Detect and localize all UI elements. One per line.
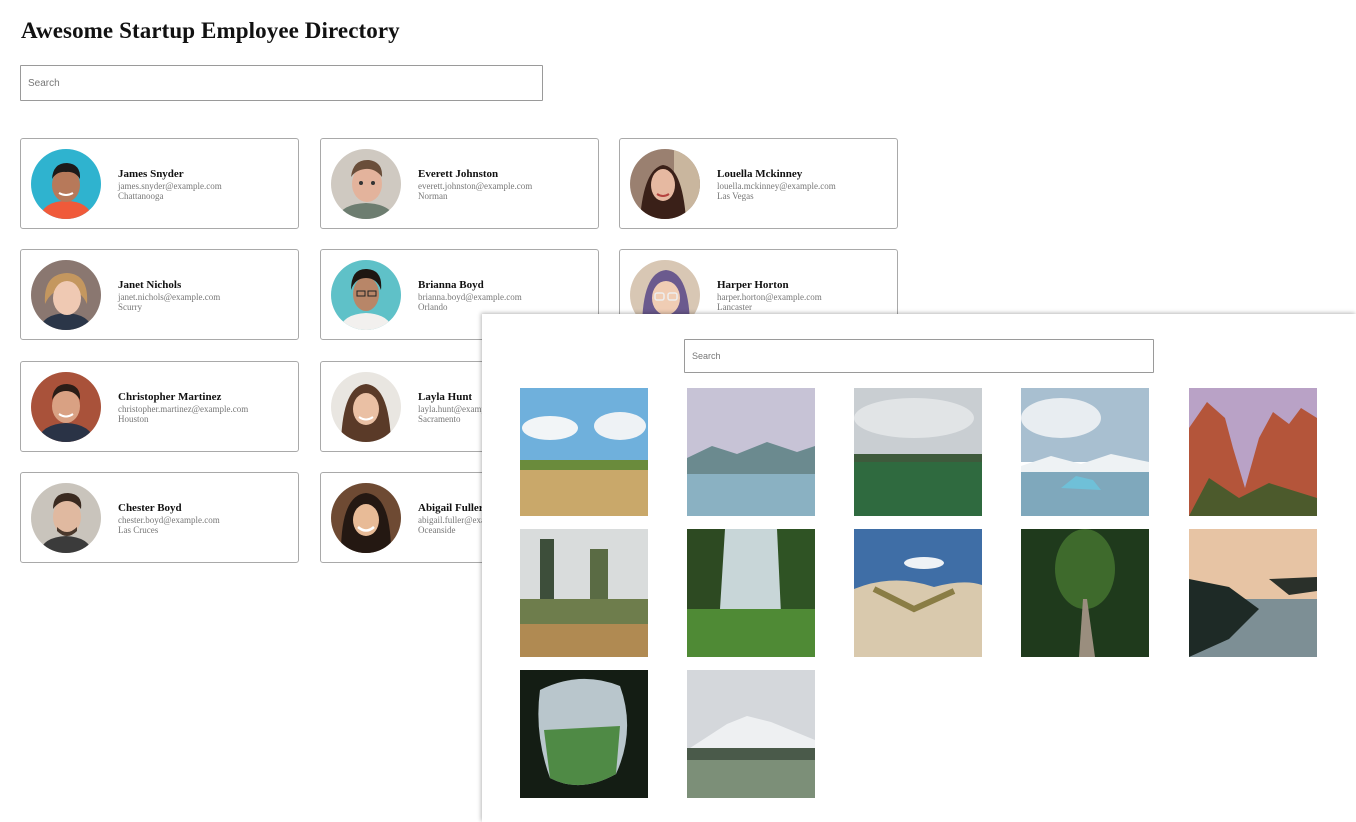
avatar — [31, 372, 101, 442]
employee-name: Brianna Boyd — [418, 279, 484, 291]
employee-name: Louella Mckinney — [717, 168, 803, 180]
red-rock-canyon-photo-icon[interactable] — [1189, 388, 1317, 516]
mountain-lake-photo-icon[interactable] — [687, 388, 815, 516]
snowy-mountain-field-photo-icon[interactable] — [687, 670, 815, 798]
wheat-field-photo-icon[interactable] — [520, 388, 648, 516]
avatar — [331, 149, 401, 219]
directory-search-input[interactable] — [20, 65, 543, 101]
employee-email: everett.johnston@example.com — [418, 181, 533, 191]
employee-card[interactable]: James Snyder james.snyder@example.com Ch… — [20, 138, 299, 229]
employee-email: chester.boyd@example.com — [118, 515, 220, 525]
employee-email: james.snyder@example.com — [118, 181, 222, 191]
employee-email: janet.nichols@example.com — [118, 292, 221, 302]
employee-card[interactable]: Christopher Martinez christopher.martine… — [20, 361, 299, 452]
employee-city: Norman — [418, 191, 448, 201]
page-title: Awesome Startup Employee Directory — [21, 18, 400, 43]
sand-dunes-photo-icon[interactable] — [854, 529, 982, 657]
employee-card[interactable]: Louella Mckinney louella.mckinney@exampl… — [619, 138, 898, 229]
green-meadow-photo-icon[interactable] — [854, 388, 982, 516]
employee-city: Houston — [118, 414, 149, 424]
avatar — [331, 260, 401, 330]
gallery-search-input[interactable] — [684, 339, 1154, 373]
employee-city: Scurry — [118, 302, 142, 312]
employee-email: harper.horton@example.com — [717, 292, 822, 302]
cave-opening-photo-icon[interactable] — [520, 670, 648, 798]
employee-name: James Snyder — [118, 168, 184, 180]
avatar — [31, 149, 101, 219]
garden-trees-photo-icon[interactable] — [520, 529, 648, 657]
employee-email: christopher.martinez@example.com — [118, 404, 249, 414]
employee-name: Harper Horton — [717, 279, 789, 291]
avatar — [31, 483, 101, 553]
employee-city: Chattanooga — [118, 191, 164, 201]
employee-name: Chester Boyd — [118, 502, 182, 514]
avatar — [331, 483, 401, 553]
employee-card[interactable]: Chester Boyd chester.boyd@example.com La… — [20, 472, 299, 563]
employee-name: Everett Johnston — [418, 168, 499, 180]
employee-name: Janet Nichols — [118, 279, 182, 291]
avatar — [331, 372, 401, 442]
employee-email: louella.mckinney@example.com — [717, 181, 836, 191]
avatar — [31, 260, 101, 330]
employee-name: Christopher Martinez — [118, 391, 222, 403]
forest-valley-photo-icon[interactable] — [687, 529, 815, 657]
sunset-coast-photo-icon[interactable] — [1189, 529, 1317, 657]
forest-path-photo-icon[interactable] — [1021, 529, 1149, 657]
employee-city: Lancaster — [717, 302, 752, 312]
employee-city: Orlando — [418, 302, 448, 312]
avatar — [630, 149, 700, 219]
employee-card[interactable]: Janet Nichols janet.nichols@example.com … — [20, 249, 299, 340]
employee-email: brianna.boyd@example.com — [418, 292, 522, 302]
photo-gallery-window — [482, 314, 1356, 822]
employee-city: Las Cruces — [118, 525, 159, 535]
iceberg-lagoon-photo-icon[interactable] — [1021, 388, 1149, 516]
employee-city: Las Vegas — [717, 191, 754, 201]
employee-card[interactable]: Everett Johnston everett.johnston@exampl… — [320, 138, 599, 229]
